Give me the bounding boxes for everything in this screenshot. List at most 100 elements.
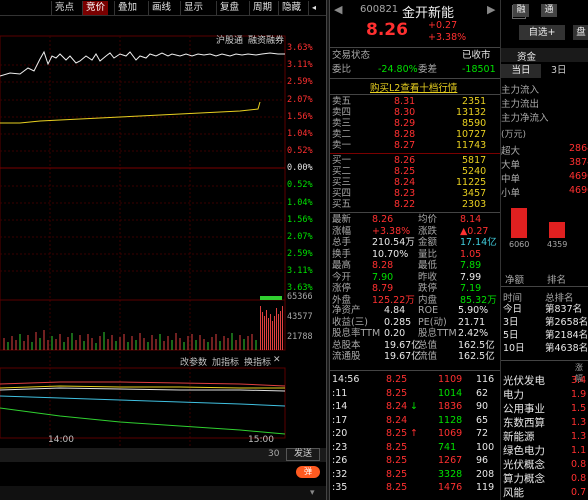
sector-change: 0.7	[571, 487, 587, 498]
tick-row: 14:56 8.25 1109 116	[330, 374, 500, 386]
volume-bars	[3, 330, 257, 350]
sector-row[interactable]: 光伏概念 0.8	[501, 459, 588, 471]
tab-3day[interactable]: 3日	[551, 64, 567, 78]
type-label: 中单	[501, 174, 521, 185]
tick-time: :26	[332, 455, 348, 466]
tick-row: :26 8.25 1267 96	[330, 455, 500, 467]
sector-change: 1.9	[571, 389, 587, 400]
chart-svg	[0, 35, 286, 446]
danmu-toggle[interactable]: 弹	[296, 466, 320, 478]
stat-value: 7.19	[460, 283, 482, 294]
sector-row[interactable]: 光伏发电 3.4	[501, 375, 588, 387]
fund-value: 0.20	[384, 328, 406, 339]
fund-value: 162.5亿	[458, 351, 495, 362]
tick-row: :32 8.25 3328 208	[330, 469, 500, 481]
volume-label: 43577	[287, 312, 313, 322]
tab-net[interactable]: 净额	[505, 272, 524, 286]
weibi-value: -24.80%	[378, 64, 418, 75]
tick-count: 208	[476, 468, 495, 480]
type-label: 超大	[501, 146, 521, 157]
tick-time: :17	[332, 414, 348, 426]
close-indicator-icon[interactable]: ✕	[273, 355, 281, 365]
tick-count: 72	[476, 428, 489, 439]
indicator-cyan	[0, 395, 286, 407]
edit-params-button[interactable]: 改参数	[180, 355, 207, 368]
rank-value: 第4638名	[545, 343, 588, 354]
rank-header: 总排名	[545, 293, 574, 304]
y-label: 3.63%	[287, 43, 313, 53]
toolbar-tab-hide[interactable]: 隐藏	[278, 1, 304, 15]
stat-value: 210.54万	[372, 237, 415, 248]
ask-volume: 11743	[456, 140, 487, 151]
toolbar-tab-period[interactable]: 周期	[249, 1, 275, 15]
intraday-chart[interactable]: 沪股通 融资融券 3.63% 3.11% 2.59% 2.07% 1.56% 1…	[0, 16, 326, 446]
toolbar-tab-review[interactable]: 复盘	[216, 1, 242, 15]
trade-button[interactable]: 盘	[573, 25, 588, 40]
switch-indicator-button[interactable]: 换指标	[244, 355, 271, 368]
margin-icon[interactable]: 融	[513, 4, 529, 17]
stat-row: 最新 8.26 均价 8.14	[330, 214, 500, 226]
connect-icon[interactable]: 通	[541, 4, 557, 17]
tick-count: 90	[476, 401, 489, 412]
toolbar-tab-auction[interactable]: 竞价	[82, 1, 109, 15]
sector-row[interactable]: 风能 0.7	[501, 487, 588, 499]
sector-row[interactable]: 东数西算 1.3	[501, 417, 588, 429]
stat-label: 最新	[332, 214, 352, 225]
prev-stock-icon[interactable]: ◀	[334, 3, 342, 16]
collapse-icon[interactable]: ◂	[308, 1, 325, 15]
tab-today[interactable]: 当日	[501, 64, 541, 78]
rank-value: 第837名	[545, 304, 583, 315]
indicator-yellow	[0, 385, 285, 389]
last-price: 8.26	[366, 20, 408, 40]
add-indicator-button[interactable]: 加指标	[212, 355, 239, 368]
next-stock-icon[interactable]: ▶	[487, 3, 495, 16]
fund-row: 净资产 4.84 ROE 5.90%	[330, 305, 500, 317]
rank-row: 3日 第2658名	[501, 317, 588, 329]
stat-value: 8.28	[372, 260, 394, 271]
tick-price: 8.25	[386, 374, 408, 385]
stat-label: 最高	[332, 260, 352, 271]
toolbar-tab-overlay[interactable]: 叠加	[114, 1, 140, 15]
rank-value: 第2658名	[545, 317, 588, 328]
stat-value: +3.38%	[372, 225, 411, 237]
sector-row[interactable]: 电力 1.9	[501, 389, 588, 401]
sector-row[interactable]: 公用事业 1.5	[501, 403, 588, 415]
fund-value: 4.84	[384, 305, 406, 316]
tick-time: :20	[332, 428, 348, 439]
tab-margin[interactable]: 融资融券	[248, 33, 284, 46]
price-change: +0.27	[428, 20, 458, 31]
sector-row[interactable]: 绿色电力 1.1	[501, 445, 588, 457]
fund-value: 162.5亿	[458, 339, 495, 351]
price-line	[0, 50, 285, 77]
sector-row[interactable]: 新能源 1.3	[501, 431, 588, 443]
tab-capital[interactable]: 资金	[517, 49, 536, 63]
toolbar-tab-display[interactable]: 显示	[180, 1, 206, 15]
sector-name: 绿色电力	[503, 445, 545, 457]
toolbar-tab-draw[interactable]: 画线	[148, 1, 174, 15]
sector-name: 风能	[503, 487, 524, 499]
flow-bar	[549, 222, 565, 238]
tick-time: :35	[332, 482, 348, 493]
send-button[interactable]: 发送	[286, 448, 320, 461]
tick-arrow: ↑	[410, 428, 418, 439]
toolbar-tab-highlight[interactable]: 亮点	[51, 1, 77, 15]
tick-volume: 1476	[438, 482, 463, 493]
bid-row: 买五 8.22 2303	[330, 199, 500, 211]
fund-label: 股息率TTM	[332, 328, 381, 339]
tab-rank[interactable]: 排名	[547, 272, 566, 286]
stat-value: ▲0.27	[460, 225, 489, 237]
tab-hkconnect[interactable]: 沪股通	[216, 33, 243, 46]
inflow-label: 主力流入	[501, 85, 540, 96]
tick-volume: 1014	[438, 387, 463, 399]
sector-row[interactable]: 算力概念 0.8	[501, 473, 588, 485]
scroll-icon[interactable]: ▾	[310, 488, 315, 498]
l2-upgrade-link[interactable]: 购买L2查看十档行情	[370, 80, 457, 94]
rank-period: 3日	[503, 317, 519, 328]
stat-label: 均价	[418, 214, 438, 225]
y-label: 2.59%	[287, 77, 313, 87]
fund-label: 股息TTM	[418, 328, 457, 339]
fund-label: 收益(三)	[332, 316, 368, 328]
capital-panel: 融 通 自选+ 盘 资金 当日 3日 主力流入 主力流出 主力净流入 (万元) …	[500, 0, 588, 500]
tick-price: 8.25	[386, 482, 408, 493]
add-watchlist-button[interactable]: 自选+	[519, 25, 565, 40]
